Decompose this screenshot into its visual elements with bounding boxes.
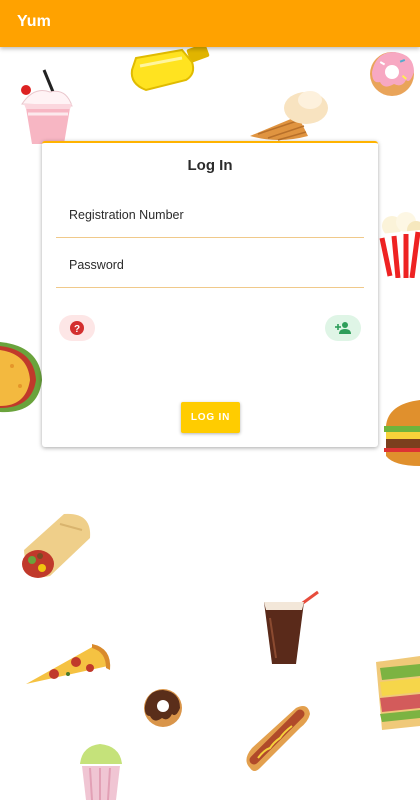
burrito-icon (22, 513, 91, 578)
ice-cream-cone-icon (250, 91, 328, 141)
registration-number-field[interactable]: Registration Number (56, 203, 364, 238)
pizza-slice-icon (26, 644, 111, 684)
app-title: Yum (17, 13, 51, 30)
hotdog-icon (246, 706, 310, 771)
login-screen: Yum Log In Registration Number Password … (0, 0, 420, 800)
registration-number-label: Registration Number (69, 208, 184, 222)
password-label: Password (69, 258, 124, 272)
milkshake-icon (21, 69, 73, 144)
donut-icon (370, 52, 414, 96)
popcorn-icon (379, 212, 420, 278)
question-circle-icon: ? (70, 321, 84, 335)
taco-icon (0, 342, 42, 413)
sandwich-icon (376, 656, 420, 730)
cola-icon (264, 590, 319, 664)
cupcake-icon (80, 744, 122, 800)
login-card: Log In Registration Number Password ? LO… (42, 141, 378, 447)
person-add-icon (335, 322, 351, 334)
svg-text:?: ? (74, 324, 80, 335)
chocolate-donut-icon (144, 689, 182, 727)
app-bar: Yum (0, 0, 420, 47)
help-button[interactable]: ? (59, 315, 95, 341)
mustard-bottle-icon (130, 44, 210, 92)
burger-icon (384, 400, 420, 466)
password-field[interactable]: Password (56, 253, 364, 288)
add-user-button[interactable] (325, 315, 361, 341)
login-button[interactable]: LOG IN (181, 402, 240, 433)
login-title: Log In (187, 157, 233, 174)
